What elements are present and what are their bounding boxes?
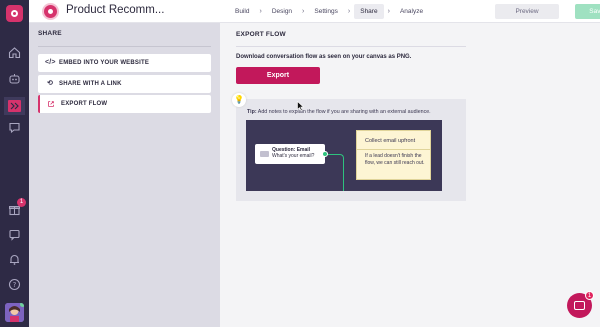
saved-button[interactable]: Saved [575, 4, 600, 19]
chat-bubble-icon [574, 301, 585, 310]
chat-icon[interactable] [8, 121, 21, 134]
chat-badge: 1 [585, 291, 594, 300]
lightbulb-icon: 💡 [232, 93, 246, 107]
bot-title[interactable]: Product Recomm... [66, 4, 164, 16]
chevron-right-icon: › [302, 8, 305, 15]
connector-line [328, 154, 344, 191]
mail-icon [260, 151, 269, 157]
question-body: What's your email? [272, 153, 315, 159]
user-avatar[interactable] [5, 303, 24, 322]
embed-website-label: EMBED INTO YOUR WEBSITE [59, 60, 150, 66]
question-node: Question: Email What's your email? [255, 144, 328, 164]
chevron-right-icon: › [347, 8, 351, 15]
link-icon: ⟲ [46, 80, 54, 87]
export-heading: EXPORT FLOW [236, 31, 286, 38]
export-description: Download conversation flow as seen on yo… [236, 54, 412, 60]
flow-icon[interactable] [4, 97, 25, 115]
export-button[interactable]: Export [236, 67, 320, 84]
message-icon[interactable] [8, 228, 21, 241]
mouse-cursor-icon [297, 101, 305, 111]
chevron-right-icon: › [259, 8, 262, 15]
top-bar: Product Recomm... Build › Design › Setti… [29, 0, 600, 23]
note-node: Collect email upfront If a lead doesn't … [356, 130, 431, 180]
step-nav: Build › Design › Settings › Share › Anal… [229, 4, 429, 19]
note-title: Collect email upfront [365, 138, 416, 144]
share-link-option[interactable]: ⟲ SHARE WITH A LINK [38, 75, 211, 93]
gift-badge: 1 [17, 198, 26, 207]
svg-text:?: ? [13, 281, 17, 289]
bot-icon[interactable] [8, 72, 21, 85]
export-flow-label: EXPORT FLOW [61, 101, 108, 107]
step-share[interactable]: Share [354, 4, 384, 19]
home-icon[interactable] [8, 46, 21, 59]
divider [236, 46, 466, 47]
share-heading: SHARE [38, 30, 62, 37]
preview-button[interactable]: Preview [495, 4, 559, 19]
bell-icon[interactable] [8, 253, 21, 266]
divider [38, 46, 211, 47]
embed-website-option[interactable]: </> EMBED INTO YOUR WEBSITE [38, 54, 211, 72]
step-settings[interactable]: Settings [308, 4, 344, 19]
export-flow-option[interactable]: EXPORT FLOW [38, 95, 211, 113]
note-body: If a lead doesn't finish the flow, we ca… [365, 153, 425, 166]
tip-prefix: Tip: [247, 109, 257, 115]
share-link-label: SHARE WITH A LINK [59, 81, 122, 87]
share-panel: SHARE </> EMBED INTO YOUR WEBSITE ⟲ SHAR… [29, 23, 220, 327]
chat-launcher-button[interactable]: 1 [567, 291, 594, 318]
export-flow-panel: EXPORT FLOW Download conversation flow a… [220, 23, 600, 327]
external-link-icon [46, 95, 56, 113]
step-build[interactable]: Build [229, 4, 255, 19]
tip-body: Add notes to explain the flow if you are… [256, 109, 431, 115]
code-icon: </> [45, 59, 56, 66]
step-analyze[interactable]: Analyze [394, 4, 429, 19]
online-status-dot [20, 303, 24, 307]
app-logo-icon[interactable] [6, 5, 23, 22]
help-icon[interactable]: ? [8, 278, 21, 291]
tip-text: Tip: Add notes to explain the flow if yo… [247, 109, 431, 115]
bot-avatar-icon [42, 3, 59, 20]
tip-box: 💡 Tip: Add notes to explain the flow if … [232, 93, 466, 201]
app-rail: 1 ? [0, 0, 29, 327]
note-divider [357, 149, 430, 150]
chevron-right-icon: › [387, 8, 390, 15]
flow-preview-image: Question: Email What's your email? Colle… [246, 120, 442, 191]
step-design[interactable]: Design [266, 4, 298, 19]
